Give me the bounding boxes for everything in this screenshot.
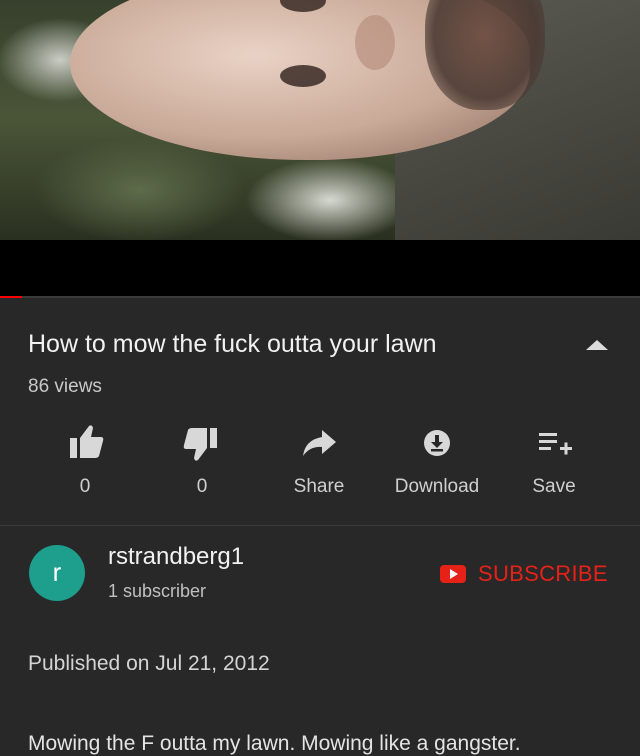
download-label: Download	[394, 476, 480, 497]
video-eye	[280, 65, 326, 87]
video-nose	[355, 15, 395, 70]
save-button[interactable]: Save	[499, 420, 609, 510]
view-count: 86 views	[28, 376, 102, 397]
video-player[interactable]	[0, 0, 640, 298]
download-button[interactable]: Download	[382, 420, 492, 510]
save-label: Save	[532, 476, 576, 497]
thumbs-down-icon	[183, 428, 217, 461]
progress-bar[interactable]	[0, 296, 640, 298]
avatar[interactable]: r	[29, 545, 85, 601]
like-count: 0	[79, 476, 91, 497]
collapse-chevron-icon[interactable]	[586, 340, 608, 350]
publish-date: Published on Jul 21, 2012	[28, 652, 270, 675]
like-button[interactable]: 0	[30, 420, 140, 510]
video-title: How to mow the fuck outta your lawn	[28, 330, 437, 358]
share-arrow-icon	[303, 430, 336, 456]
share-label: Share	[293, 476, 345, 497]
divider	[0, 525, 640, 526]
progress-fill	[0, 296, 23, 298]
thumbs-up-icon	[70, 425, 104, 458]
video-frame[interactable]	[0, 0, 640, 240]
share-button[interactable]: Share	[264, 420, 374, 510]
video-description: Mowing the F outta my lawn. Mowing like …	[28, 732, 521, 755]
channel-name[interactable]: rstrandberg1	[108, 543, 244, 571]
subscribe-button[interactable]: SUBSCRIBE	[440, 559, 608, 589]
subscribe-logo-icon	[440, 565, 466, 583]
video-face	[70, 0, 545, 160]
save-to-playlist-icon	[539, 433, 572, 455]
action-bar: 0 0 Share Download Save	[0, 420, 640, 510]
video-eye	[280, 0, 326, 12]
dislike-count: 0	[196, 476, 208, 497]
dislike-button[interactable]: 0	[147, 420, 257, 510]
subscriber-count: 1 subscriber	[108, 581, 207, 601]
download-icon	[424, 430, 450, 456]
subscribe-label: SUBSCRIBE	[478, 561, 608, 586]
